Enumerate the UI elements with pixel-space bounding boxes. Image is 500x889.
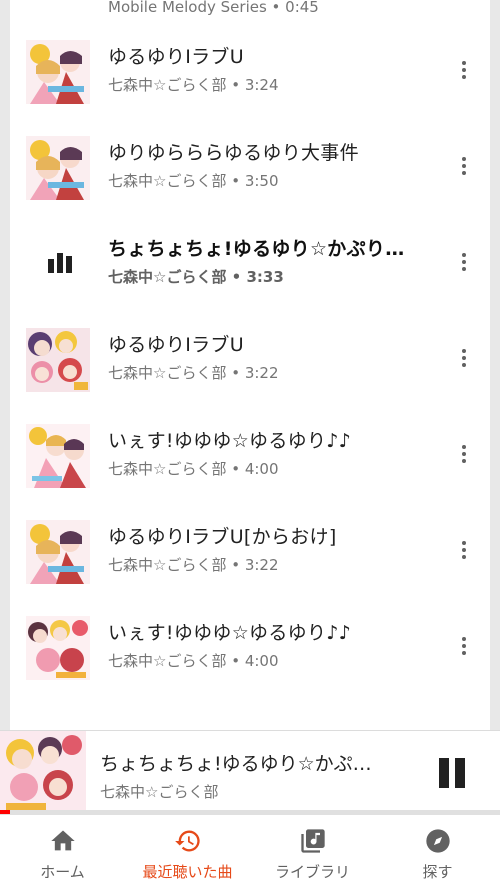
pause-button[interactable] [434, 755, 470, 791]
song-subtitle: 七森中☆ごらく部 • 3:24 [108, 76, 279, 94]
song-title: いぇす!ゆゆゆ☆ゆるゆり♪♪ [108, 622, 352, 644]
library-music-icon [300, 829, 325, 853]
history-icon [174, 830, 200, 852]
song-row[interactable]: ゆるゆりIラブU[からおけ] 七森中☆ごらく部 • 3:22 [10, 504, 490, 600]
nav-home[interactable]: ホーム [0, 815, 125, 889]
song-subtitle: 七森中☆ごらく部 • 4:00 [108, 460, 279, 478]
more-options-icon[interactable] [458, 346, 470, 370]
album-art [26, 40, 90, 104]
more-options-icon[interactable] [458, 634, 470, 658]
nav-library[interactable]: ライブラリ [250, 815, 375, 889]
song-row[interactable]: ゆりゆらららゆるゆり大事件 七森中☆ごらく部 • 3:50 [10, 120, 490, 216]
song-row[interactable]: ゆるゆりIラブU 七森中☆ごらく部 • 3:22 [10, 312, 490, 408]
more-options-icon[interactable] [458, 58, 470, 82]
song-title: ゆるゆりIラブU[からおけ] [108, 526, 337, 548]
pause-icon [439, 758, 449, 788]
song-subtitle: 七森中☆ごらく部 • 3:22 [108, 364, 279, 382]
song-subtitle: 七森中☆ごらく部 • 3:22 [108, 556, 279, 574]
mini-player[interactable]: ちょちょちょ!ゆるゆり☆かぷ… 七森中☆ごらく部 [0, 730, 500, 815]
album-art [26, 520, 90, 584]
now-playing-title: ちょちょちょ!ゆるゆり☆かぷ… [100, 753, 372, 775]
equalizer-icon [48, 253, 72, 273]
more-options-icon[interactable] [458, 442, 470, 466]
song-row[interactable]: いぇす!ゆゆゆ☆ゆるゆり♪♪ 七森中☆ごらく部 • 4:00 [10, 600, 490, 696]
nav-home-label: ホーム [40, 863, 85, 881]
song-row[interactable]: いぇす!ゆゆゆ☆ゆるゆり♪♪ 七森中☆ごらく部 • 4:00 [10, 408, 490, 504]
song-row[interactable]: ゆるゆりIラブU 七森中☆ごらく部 • 3:24 [10, 24, 490, 120]
now-playing-album-art [0, 731, 86, 815]
now-playing-artist: 七森中☆ごらく部 [100, 783, 219, 801]
bottom-navigation: ホーム 最近聴いた曲 ライブラリ 探す [0, 814, 500, 889]
nav-explore-label: 探す [422, 863, 453, 881]
album-art [26, 136, 90, 200]
song-row-playing[interactable]: ちょちょちょ!ゆるゆり☆かぷり… 七森中☆ごらく部 • 3:33 [10, 216, 490, 312]
compass-icon [425, 829, 450, 853]
nav-library-label: ライブラリ [274, 863, 350, 881]
album-art [26, 616, 90, 680]
song-row-partial[interactable]: Mobile Melody Series • 0:45 [10, 0, 490, 20]
song-subtitle: 七森中☆ごらく部 • 3:50 [108, 172, 279, 190]
more-options-icon[interactable] [458, 250, 470, 274]
album-art [26, 328, 90, 392]
album-art [26, 424, 90, 488]
song-subtitle: 七森中☆ごらく部 • 4:00 [108, 652, 279, 670]
nav-recent-label: 最近聴いた曲 [142, 863, 233, 881]
home-icon [50, 830, 75, 851]
song-title: いぇす!ゆゆゆ☆ゆるゆり♪♪ [108, 430, 352, 452]
song-title: ゆるゆりIラブU [108, 46, 244, 68]
song-title: ちょちょちょ!ゆるゆり☆かぷり… [108, 238, 405, 260]
more-options-icon[interactable] [458, 538, 470, 562]
song-subtitle: Mobile Melody Series • 0:45 [108, 0, 319, 16]
nav-recent[interactable]: 最近聴いた曲 [125, 815, 250, 889]
song-title: ゆりゆらららゆるゆり大事件 [108, 142, 359, 164]
song-title: ゆるゆりIラブU [108, 334, 244, 356]
song-subtitle: 七森中☆ごらく部 • 3:33 [108, 268, 284, 286]
more-options-icon[interactable] [458, 154, 470, 178]
nav-explore[interactable]: 探す [375, 815, 500, 889]
